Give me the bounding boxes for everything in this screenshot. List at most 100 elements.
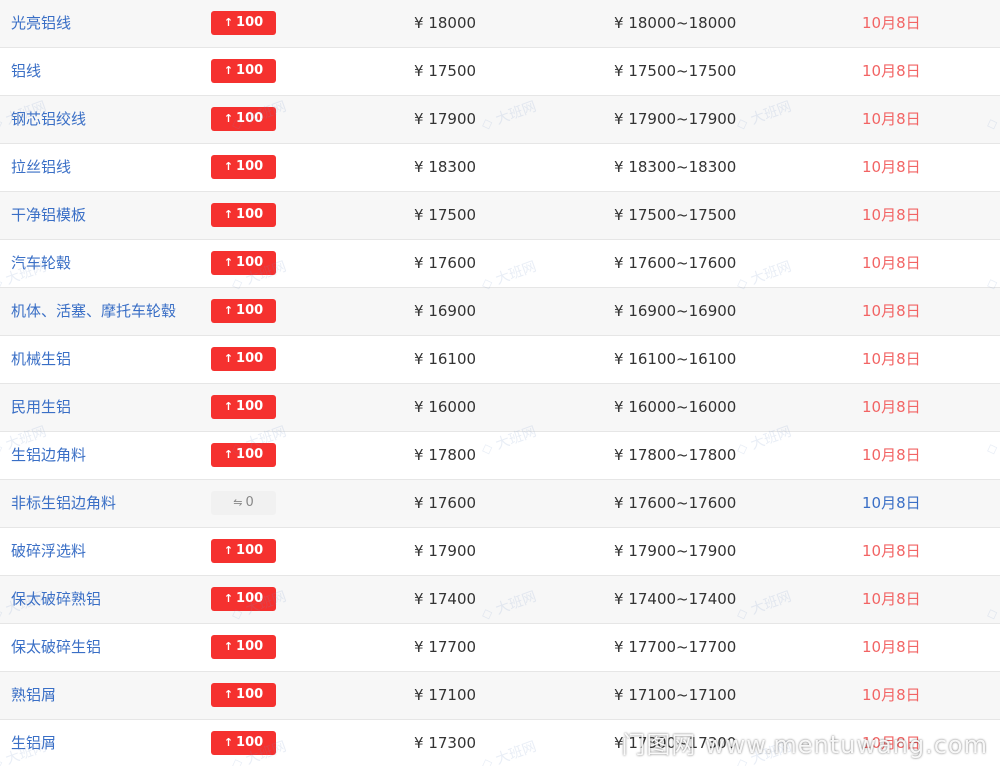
table-row: 破碎浮选料 ↑ 100 ¥ 17900 ¥ 17900~17900 10月8日: [0, 528, 1000, 576]
product-name-link[interactable]: 拉丝铝线: [11, 144, 71, 190]
currency-symbol: ¥: [614, 206, 629, 224]
price-value: 17900: [428, 110, 477, 128]
change-up-badge: ↑ 100: [211, 11, 276, 35]
currency-symbol: ¥: [414, 542, 429, 560]
product-name-link[interactable]: 保太破碎熟铝: [11, 576, 101, 622]
product-name-link[interactable]: 铝线: [11, 48, 41, 94]
change-up-badge: ↑ 100: [211, 395, 276, 419]
product-name-link[interactable]: 非标生铝边角料: [11, 480, 116, 526]
average-price: ¥ 17500: [414, 48, 476, 94]
table-row: 生铝边角料 ↑ 100 ¥ 17800 ¥ 17800~17800 10月8日: [0, 432, 1000, 480]
arrow-up-icon: ↑: [223, 16, 234, 29]
update-date: 10月8日: [862, 110, 921, 128]
range-high: 17400: [688, 590, 737, 608]
change-up-badge: ↑ 100: [211, 443, 276, 467]
product-name-link[interactable]: 干净铝模板: [11, 192, 86, 238]
average-price: ¥ 17600: [414, 480, 476, 526]
range-low: 16900: [628, 302, 677, 320]
range-separator: ~: [676, 686, 689, 704]
change-up-badge: ↑ 100: [211, 683, 276, 707]
product-name-link[interactable]: 熟铝屑: [11, 672, 56, 718]
change-up-badge: ↑ 100: [211, 299, 276, 323]
price-range: ¥ 17600~17600: [614, 240, 736, 286]
table-row: 熟铝屑 ↑ 100 ¥ 17100 ¥ 17100~17100 10月8日: [0, 672, 1000, 720]
price-value: 17500: [428, 206, 477, 224]
table-row: 钢芯铝绞线 ↑ 100 ¥ 17900 ¥ 17900~17900 10月8日: [0, 96, 1000, 144]
currency-symbol: ¥: [614, 302, 629, 320]
arrow-up-icon: ↑: [223, 544, 234, 557]
change-value: 100: [236, 111, 264, 126]
average-price: ¥ 17800: [414, 432, 476, 478]
price-value: 17100: [428, 686, 477, 704]
currency-symbol: ¥: [614, 254, 629, 272]
product-name-link[interactable]: 保太破碎生铝: [11, 624, 101, 670]
update-date: 10月8日: [862, 590, 921, 608]
price-range: ¥ 17800~17800: [614, 432, 736, 478]
price-value: 17500: [428, 62, 477, 80]
table-row: 民用生铝 ↑ 100 ¥ 16000 ¥ 16000~16000 10月8日: [0, 384, 1000, 432]
range-low: 17800: [628, 446, 677, 464]
update-date: 10月8日: [862, 638, 921, 656]
currency-symbol: ¥: [614, 62, 629, 80]
currency-symbol: ¥: [414, 446, 429, 464]
update-date: 10月8日: [862, 62, 921, 80]
table-row: 保太破碎熟铝 ↑ 100 ¥ 17400 ¥ 17400~17400 10月8日: [0, 576, 1000, 624]
arrow-up-icon: ↑: [223, 304, 234, 317]
average-price: ¥ 17700: [414, 624, 476, 670]
currency-symbol: ¥: [414, 686, 429, 704]
table-row: 机械生铝 ↑ 100 ¥ 16100 ¥ 16100~16100 10月8日: [0, 336, 1000, 384]
currency-symbol: ¥: [414, 302, 429, 320]
update-date: 10月8日: [862, 542, 921, 560]
arrow-up-icon: ↑: [223, 112, 234, 125]
change-up-badge: ↑ 100: [211, 539, 276, 563]
product-name-link[interactable]: 民用生铝: [11, 384, 71, 430]
range-low: 17900: [628, 542, 677, 560]
range-low: 17400: [628, 590, 677, 608]
average-price: ¥ 17300: [414, 720, 476, 766]
currency-symbol: ¥: [414, 14, 429, 32]
price-value: 17300: [428, 734, 477, 752]
range-high: 16100: [688, 350, 737, 368]
price-value: 17800: [428, 446, 477, 464]
average-price: ¥ 17900: [414, 96, 476, 142]
product-name-link[interactable]: 光亮铝线: [11, 0, 71, 46]
range-separator: ~: [676, 62, 689, 80]
table-row: 光亮铝线 ↑ 100 ¥ 18000 ¥ 18000~18000 10月8日: [0, 0, 1000, 48]
price-range: ¥ 18300~18300: [614, 144, 736, 190]
product-name-link[interactable]: 钢芯铝绞线: [11, 96, 86, 142]
range-low: 17100: [628, 686, 677, 704]
arrow-up-icon: ↑: [223, 688, 234, 701]
product-name-link[interactable]: 生铝边角料: [11, 432, 86, 478]
range-low: 17600: [628, 254, 677, 272]
update-date: 10月8日: [862, 350, 921, 368]
currency-symbol: ¥: [414, 254, 429, 272]
arrow-up-icon: ↑: [223, 160, 234, 173]
currency-symbol: ¥: [614, 158, 629, 176]
range-high: 16000: [688, 398, 737, 416]
product-name-link[interactable]: 机械生铝: [11, 336, 71, 382]
range-high: 17800: [688, 446, 737, 464]
price-range: ¥ 17400~17400: [614, 576, 736, 622]
range-separator: ~: [676, 494, 689, 512]
average-price: ¥ 17400: [414, 576, 476, 622]
currency-symbol: ¥: [414, 158, 429, 176]
product-name-link[interactable]: 汽车轮毂: [11, 240, 71, 286]
average-price: ¥ 17600: [414, 240, 476, 286]
product-name-link[interactable]: 生铝屑: [11, 720, 56, 766]
price-value: 17400: [428, 590, 477, 608]
range-separator: ~: [676, 254, 689, 272]
price-value: 18000: [428, 14, 477, 32]
change-value: 100: [236, 735, 264, 750]
product-name-link[interactable]: 机体、活塞、摩托车轮毂: [11, 288, 176, 334]
average-price: ¥ 18300: [414, 144, 476, 190]
arrow-up-icon: ↑: [223, 352, 234, 365]
currency-symbol: ¥: [414, 206, 429, 224]
price-value: 16000: [428, 398, 477, 416]
product-name-link[interactable]: 破碎浮选料: [11, 528, 86, 574]
range-separator: ~: [676, 110, 689, 128]
change-up-badge: ↑ 100: [211, 635, 276, 659]
range-separator: ~: [676, 446, 689, 464]
range-separator: ~: [676, 542, 689, 560]
currency-symbol: ¥: [614, 110, 629, 128]
currency-symbol: ¥: [614, 398, 629, 416]
